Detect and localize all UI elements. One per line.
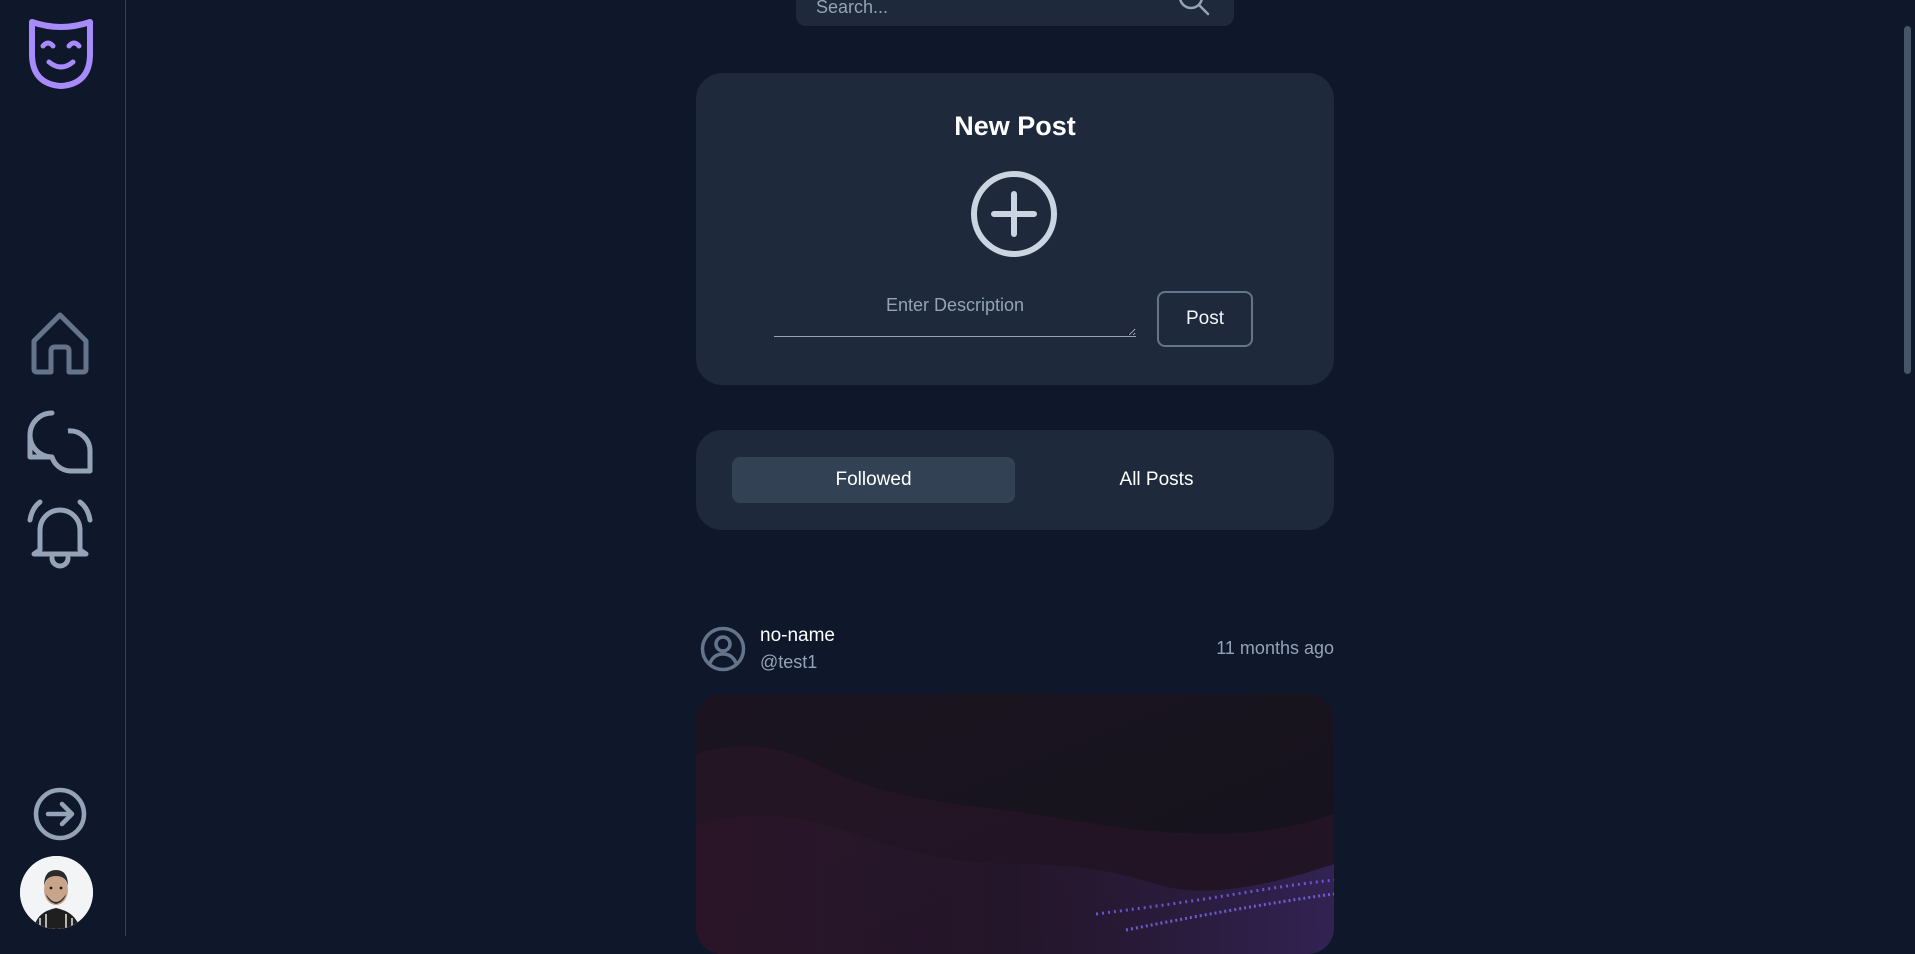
bell-icon[interactable] bbox=[24, 498, 96, 570]
feed-filter: Followed All Posts bbox=[696, 430, 1334, 530]
post-author-handle[interactable]: @test1 bbox=[760, 652, 817, 673]
search-input[interactable] bbox=[814, 0, 1178, 19]
home-icon[interactable] bbox=[24, 307, 96, 379]
post-button[interactable]: Post bbox=[1157, 291, 1253, 347]
arrow-right-circle-icon[interactable] bbox=[32, 786, 88, 842]
avatar[interactable] bbox=[20, 856, 93, 929]
sidebar bbox=[0, 0, 126, 936]
search-bar bbox=[796, 0, 1234, 26]
tab-all-posts[interactable]: All Posts bbox=[1015, 457, 1298, 503]
user-avatar-icon bbox=[20, 856, 93, 929]
post-image[interactable] bbox=[696, 694, 1334, 954]
theater-mask-icon[interactable] bbox=[26, 16, 96, 90]
new-post-title: New Post bbox=[954, 111, 1076, 141]
post-header: no-name @test1 11 months ago bbox=[700, 625, 1334, 675]
scrollbar[interactable] bbox=[1901, 0, 1915, 936]
plus-circle-icon[interactable] bbox=[969, 169, 1059, 259]
new-post-card: New Post Post bbox=[696, 73, 1334, 385]
search-icon[interactable] bbox=[1176, 0, 1212, 18]
user-circle-icon[interactable] bbox=[700, 626, 746, 672]
post-timestamp: 11 months ago bbox=[1216, 638, 1334, 658]
description-field[interactable] bbox=[774, 283, 1136, 337]
chat-bubbles-icon[interactable] bbox=[24, 405, 96, 477]
wave-particles-image bbox=[696, 694, 1334, 954]
tab-followed[interactable]: Followed bbox=[732, 457, 1015, 503]
post-author-name[interactable]: no-name bbox=[760, 625, 835, 647]
scrollbar-thumb[interactable] bbox=[1904, 26, 1911, 374]
